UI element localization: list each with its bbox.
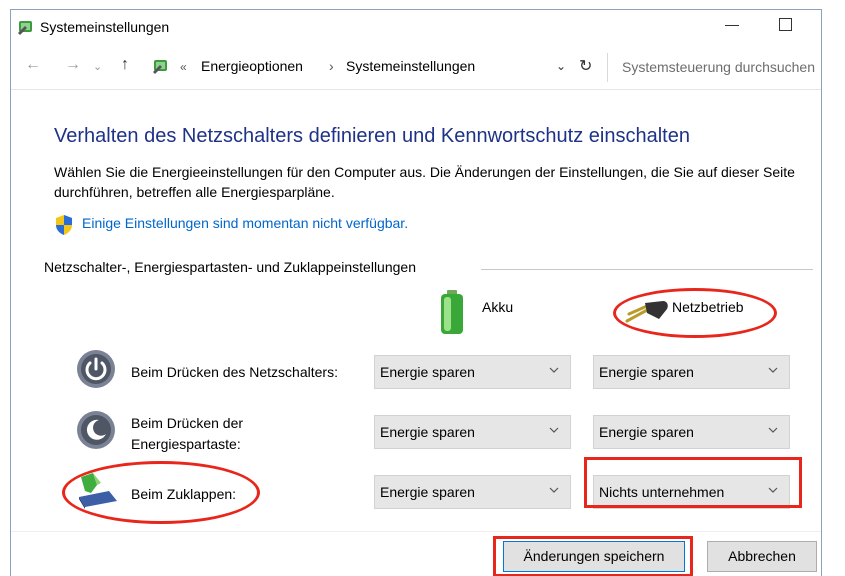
crumb-separator-icon: ›	[329, 58, 334, 74]
address-bar: ← → ⌄ ↑ « Energieoptionen › Systemeinste…	[11, 50, 821, 86]
chevron-down-icon	[549, 487, 559, 493]
row-label-sleep-button-line2: Energiespartaste:	[131, 436, 241, 452]
recent-dropdown-icon[interactable]: ⌄	[93, 60, 102, 73]
select-lid-close-plugged-in[interactable]: Nichts unternehmen	[593, 475, 790, 509]
sleep-button-icon	[77, 411, 115, 449]
save-changes-button[interactable]: Änderungen speichern	[503, 541, 685, 572]
settings-unavailable-link[interactable]: Einige Einstellungen sind momentan nicht…	[82, 215, 408, 231]
row-label-lid-close: Beim Zuklappen:	[131, 486, 237, 502]
row-label-sleep-button-line1: Beim Drücken der	[131, 415, 244, 431]
minimize-button[interactable]	[717, 12, 747, 38]
cancel-button[interactable]: Abbrechen	[707, 541, 817, 572]
chevron-down-icon	[549, 367, 559, 373]
power-plug-icon	[625, 301, 668, 323]
maximize-button[interactable]	[771, 12, 801, 38]
forward-arrow-icon[interactable]: →	[65, 56, 81, 74]
battery-icon	[441, 290, 463, 334]
window-title: Systemeinstellungen	[40, 19, 170, 35]
group-divider	[481, 269, 813, 270]
chevron-down-icon	[768, 487, 778, 493]
uac-shield-icon	[56, 215, 72, 235]
refresh-icon[interactable]: ↻	[579, 56, 592, 76]
address-dropdown-icon[interactable]: ⌄	[556, 59, 566, 73]
page-description: Wählen Sie die Energieeinstellungen für …	[54, 164, 795, 200]
laptop-lid-icon	[79, 473, 117, 509]
up-arrow-icon[interactable]: ↑	[121, 56, 129, 74]
select-power-button-plugged-in[interactable]: Energie sparen	[593, 355, 790, 389]
address-divider	[11, 89, 821, 90]
control-panel-icon	[18, 21, 32, 35]
back-arrow-icon[interactable]: ←	[25, 56, 41, 74]
select-sleep-button-plugged-in[interactable]: Energie sparen	[593, 415, 790, 449]
bottom-divider	[11, 531, 821, 532]
crumb-systemeinstellungen[interactable]: Systemeinstellungen	[346, 58, 475, 74]
chevron-down-icon	[768, 367, 778, 373]
search-input[interactable]: Systemsteuerung durchsuchen	[607, 53, 821, 82]
select-sleep-button-battery[interactable]: Energie sparen	[374, 415, 571, 449]
select-lid-close-battery[interactable]: Energie sparen	[374, 475, 571, 509]
collapsed-crumbs-icon[interactable]: «	[180, 60, 187, 74]
crumb-energieoptionen[interactable]: Energieoptionen	[201, 58, 303, 74]
column-plugged-in: Netzbetrieb	[672, 299, 744, 315]
column-battery: Akku	[482, 299, 514, 315]
group-title: Netzschalter-, Energiespartasten- und Zu…	[44, 259, 424, 275]
row-label-power-button: Beim Drücken des Netzschalters:	[131, 364, 338, 380]
title-bar: Systemeinstellungen	[11, 10, 821, 44]
chevron-down-icon	[768, 427, 778, 433]
power-button-icon	[77, 350, 115, 388]
select-power-button-battery[interactable]: Energie sparen	[374, 355, 571, 389]
control-panel-icon	[153, 60, 167, 74]
window: Systemeinstellungen ← → ⌄ ↑ « Energieopt…	[10, 9, 822, 576]
page-title: Verhalten des Netzschalters definieren u…	[54, 125, 690, 147]
chevron-down-icon	[549, 427, 559, 433]
